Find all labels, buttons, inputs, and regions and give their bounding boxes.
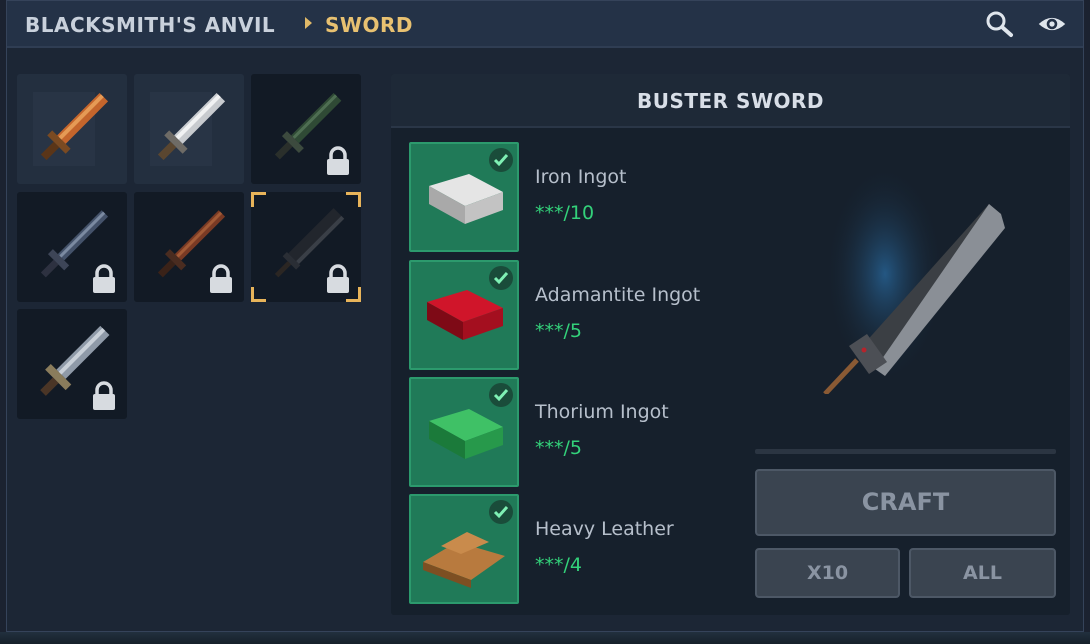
buster-sword-preview-icon — [823, 164, 1005, 394]
ingredient-quantity: ***/10 — [535, 202, 595, 224]
ingredient-quantity: ***/5 — [535, 437, 582, 459]
craft-all-button[interactable]: ALL — [909, 548, 1056, 598]
ingredient-quantity: ***/4 — [535, 554, 582, 576]
anvil-window: BLACKSMITH'S ANVIL SWORD BUSTER SWORD Ir… — [6, 0, 1084, 632]
bottom-border — [0, 632, 1090, 644]
craft-button[interactable]: CRAFT — [755, 469, 1056, 536]
ingredient-name: Iron Ingot — [535, 166, 627, 188]
lock-icon — [93, 381, 115, 410]
lock-icon — [93, 264, 115, 293]
check-icon — [489, 148, 513, 172]
check-icon — [489, 266, 513, 290]
recipe-title: BUSTER SWORD — [636, 89, 825, 113]
ingredient-name: Heavy Leather — [535, 518, 674, 540]
recipe-panel: BUSTER SWORD Iron Ingot ***/10 Adamantit… — [391, 74, 1070, 615]
check-icon — [489, 383, 513, 407]
lock-icon — [327, 146, 349, 175]
item-slot-copper-sword[interactable] — [17, 74, 127, 184]
item-slot-buster-sword-selected[interactable] — [251, 192, 361, 302]
search-icon[interactable] — [985, 10, 1015, 38]
craft-progress-bar — [755, 449, 1056, 454]
item-slot-thorium-sword[interactable] — [251, 74, 361, 184]
breadcrumb-separator-icon — [305, 17, 312, 29]
header-bar: BLACKSMITH'S ANVIL SWORD — [7, 1, 1083, 48]
item-slot-iron-sword[interactable] — [134, 74, 244, 184]
lock-icon — [210, 264, 232, 293]
item-slot-dark-blade[interactable] — [17, 192, 127, 302]
item-slot-crimson-blade[interactable] — [134, 192, 244, 302]
eye-icon[interactable] — [1037, 10, 1067, 38]
item-slot-steel-sword[interactable] — [17, 309, 127, 419]
ingredient-quantity: ***/5 — [535, 320, 582, 342]
ingredient-slot-thorium-ingot[interactable] — [409, 377, 519, 487]
breadcrumb-current: SWORD — [325, 13, 413, 37]
ingredient-slot-iron-ingot[interactable] — [409, 142, 519, 252]
ingredient-name: Thorium Ingot — [535, 401, 669, 423]
iron-sword-icon — [150, 92, 226, 166]
recipe-title-bar: BUSTER SWORD — [391, 74, 1070, 128]
ingredient-slot-heavy-leather[interactable] — [409, 494, 519, 604]
lock-icon — [327, 264, 349, 293]
ingredient-name: Adamantite Ingot — [535, 284, 701, 306]
copper-sword-icon — [33, 92, 109, 166]
check-icon — [489, 500, 513, 524]
breadcrumb-root[interactable]: BLACKSMITH'S ANVIL — [25, 13, 275, 37]
ingredient-slot-adamantite-ingot[interactable] — [409, 260, 519, 370]
craft-x10-button[interactable]: X10 — [755, 548, 900, 598]
